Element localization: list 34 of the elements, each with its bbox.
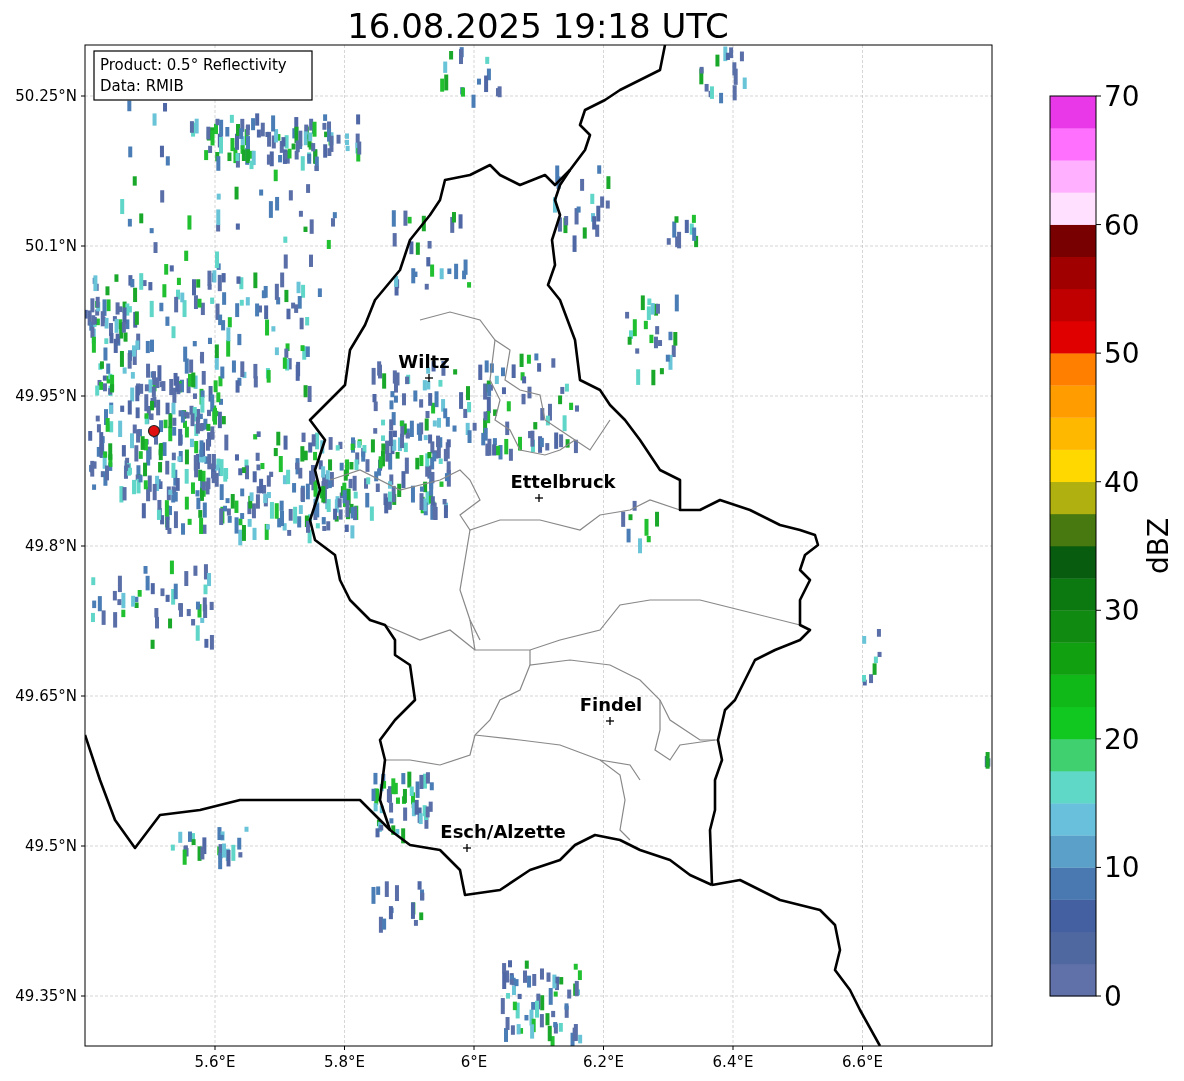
axis-label: dBZ — [1142, 517, 1175, 575]
tick-label: 5.8°E — [324, 1053, 365, 1071]
city-label: Wiltz — [398, 351, 450, 372]
data-source-label: Data: RMIB — [100, 77, 184, 95]
cross-icon — [462, 843, 472, 853]
tick-label: 6°E — [460, 1053, 488, 1071]
tick-label: 6.6°E — [842, 1053, 883, 1071]
tick-label: 6.4°E — [712, 1053, 754, 1071]
tick-label: 50.1°N — [24, 237, 77, 255]
tick-label: 50.25°N — [15, 87, 77, 105]
tick-label: 49.8°N — [24, 537, 77, 555]
tick-label: 5.6°E — [194, 1053, 236, 1071]
tick-label: 49.95°N — [15, 387, 77, 405]
city-label: Esch/Alzette — [440, 821, 566, 842]
chart-title: 16.08.2025 19:18 UTC — [347, 6, 729, 46]
tick-label: 40 — [1104, 465, 1140, 499]
city-label: Findel — [579, 694, 643, 715]
tick-label: 70 — [1104, 80, 1140, 113]
radar-site-icon — [147, 424, 161, 438]
cross-icon — [534, 493, 544, 503]
product-label: Product: 0.5° Reflectivity — [100, 56, 287, 74]
cross-icon — [424, 373, 434, 383]
cross-icon — [605, 716, 615, 726]
tick-label: 30 — [1104, 594, 1140, 628]
tick-label: 6.2°E — [583, 1053, 624, 1071]
tick-label: 49.5°N — [24, 837, 77, 855]
tick-label: 49.65°N — [15, 687, 77, 705]
tick-label: 60 — [1104, 208, 1140, 242]
city-label: Ettelbruck — [510, 471, 616, 492]
tick-label: 0 — [1104, 980, 1122, 1013]
tick-label: 49.35°N — [15, 987, 77, 1005]
tick-label: 50 — [1104, 337, 1140, 371]
tick-label: 20 — [1104, 722, 1140, 756]
tick-label: 10 — [1104, 851, 1140, 885]
